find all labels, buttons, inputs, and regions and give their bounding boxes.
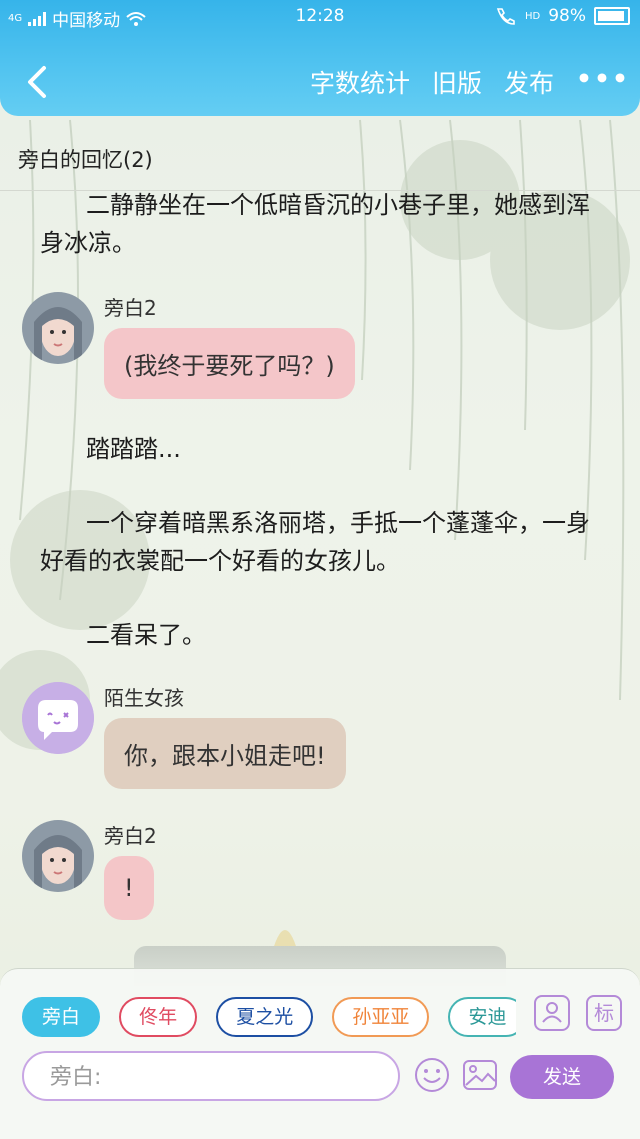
narration-paragraph[interactable]: 二看呆了。 bbox=[40, 616, 610, 654]
message-bubble[interactable]: (我终于要死了吗？) bbox=[104, 328, 355, 399]
avatar[interactable] bbox=[22, 820, 94, 892]
speaker-name: 旁白2 bbox=[104, 296, 157, 320]
narration-paragraph[interactable]: 二静静坐在一个低暗昏沉的小巷子里，她感到浑身冰凉。 bbox=[40, 186, 610, 262]
status-right: HD 98% bbox=[495, 6, 630, 26]
more-menu-button[interactable]: ••• bbox=[576, 64, 628, 100]
speaker-name: 旁白2 bbox=[104, 824, 157, 848]
speaker-name: 陌生女孩 bbox=[104, 686, 184, 710]
hd-label: HD bbox=[524, 10, 541, 22]
call-icon bbox=[496, 8, 515, 25]
send-button[interactable]: 发送 bbox=[510, 1055, 614, 1099]
emoji-icon[interactable] bbox=[414, 1057, 450, 1093]
message-input-box[interactable] bbox=[22, 1051, 400, 1101]
status-bar: 4G 中国移动 12:28 HD 98% bbox=[0, 0, 640, 34]
message-bubble[interactable]: 你，跟本小姐走吧! bbox=[104, 718, 346, 789]
girl-avatar-icon bbox=[22, 820, 94, 892]
character-avatar-button[interactable] bbox=[534, 995, 570, 1031]
avatar[interactable] bbox=[22, 682, 94, 754]
mark-button[interactable]: 标 bbox=[586, 995, 622, 1031]
character-chip[interactable]: 孙亚亚 bbox=[332, 997, 430, 1037]
message-input[interactable] bbox=[48, 1061, 382, 1093]
old-version-button[interactable]: 旧版 bbox=[432, 64, 482, 100]
nav-actions: 字数统计 旧版 发布 ••• bbox=[310, 64, 628, 100]
app-header: 4G 中国移动 12:28 HD 98% 字数统计 旧版 发布 ••• bbox=[0, 0, 640, 116]
publish-button[interactable]: 发布 bbox=[504, 64, 554, 100]
narration-paragraph[interactable]: 踏踏踏... bbox=[40, 430, 610, 468]
girl-avatar-icon bbox=[22, 292, 94, 364]
character-chip[interactable]: 旁白 bbox=[22, 997, 101, 1037]
character-selector: 旁白 佟年 夏之光 孙亚亚 安迪 bbox=[22, 997, 516, 1037]
character-chip[interactable]: 安迪 bbox=[448, 997, 516, 1037]
back-button[interactable] bbox=[20, 60, 60, 104]
character-chip[interactable]: 佟年 bbox=[119, 997, 198, 1037]
battery-icon bbox=[594, 7, 630, 25]
narration-paragraph[interactable]: 一个穿着暗黑系洛丽塔，手抵一个蓬蓬伞，一身好看的衣裳配一个好看的女孩儿。 bbox=[40, 504, 610, 580]
character-avatar-icon bbox=[542, 1002, 562, 1023]
composer-panel: 旁白 佟年 夏之光 孙亚亚 安迪 标 发送 bbox=[0, 968, 640, 1139]
avatar[interactable] bbox=[22, 292, 94, 364]
character-chip[interactable]: 夏之光 bbox=[216, 997, 314, 1037]
image-icon[interactable] bbox=[462, 1057, 498, 1093]
chat-bubble-icon bbox=[22, 682, 94, 754]
chapter-title[interactable]: 旁白的回忆(2) bbox=[18, 144, 153, 174]
message-bubble[interactable]: ! bbox=[104, 856, 154, 920]
word-count-button[interactable]: 字数统计 bbox=[310, 64, 410, 100]
battery-percent: 98% bbox=[548, 6, 586, 26]
